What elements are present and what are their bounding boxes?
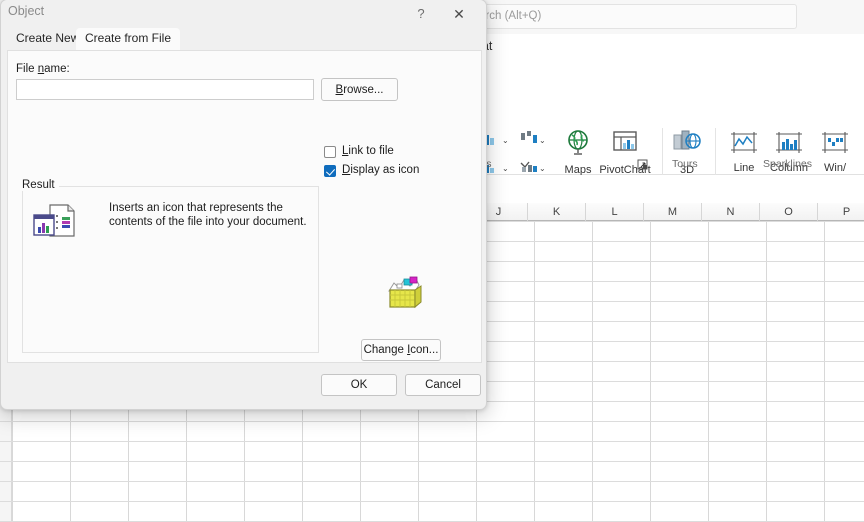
- dialog-title: Object: [8, 4, 45, 18]
- package-box-icon: [383, 273, 425, 313]
- screen-root: arch (Alt+Q) oat ⌄ ⌄: [0, 0, 864, 522]
- result-description: Inserts an icon that represents the cont…: [109, 202, 307, 228]
- chart-type-combo-chevron-icon[interactable]: ⌄: [539, 164, 546, 173]
- file-name-label-post: ame:: [44, 63, 70, 75]
- cancel-button[interactable]: Cancel: [405, 374, 481, 396]
- file-name-label: File name:: [16, 63, 70, 75]
- dialog-title-bar[interactable]: Object ? ✕: [1, 0, 486, 27]
- column-header-k[interactable]: K: [528, 203, 586, 221]
- change-icon-pre: Change: [363, 344, 408, 356]
- grid-row-line: [0, 461, 864, 462]
- grid-column-line: [824, 221, 825, 522]
- search-input[interactable]: arch (Alt+Q): [470, 4, 797, 29]
- grid-row-line: [0, 501, 864, 502]
- browse-button[interactable]: Browse...: [321, 78, 398, 101]
- browse-button-rest: rowse...: [343, 84, 384, 96]
- grid-column-line: [766, 221, 767, 522]
- file-name-label-pre: File: [16, 63, 38, 75]
- column-header-l[interactable]: L: [586, 203, 644, 221]
- charts-dialog-launcher-icon[interactable]: [637, 157, 648, 170]
- chart-type-waterfall-icon[interactable]: [519, 129, 539, 152]
- display-as-icon-label: Display as icon: [342, 164, 419, 176]
- grid-column-line: [592, 221, 593, 522]
- column-header-p[interactable]: P: [818, 203, 864, 221]
- dialog-panel: File name: Browse... Link to file Displa…: [7, 50, 482, 363]
- link-to-file-checkbox[interactable]: [324, 146, 336, 158]
- ribbon-group-label-tours: Tours: [672, 158, 698, 170]
- ribbon-button-sparkline-winloss-label-1: Win/: [824, 161, 846, 174]
- dialog-tab-strip: Create New Create from File: [1, 28, 486, 50]
- dialog-footer: OK Cancel: [1, 365, 486, 409]
- ok-button[interactable]: OK: [321, 374, 397, 396]
- display-as-icon-checkbox[interactable]: [324, 165, 336, 177]
- column-header-n[interactable]: N: [702, 203, 760, 221]
- change-icon-rest: con...: [410, 344, 439, 356]
- document-chart-icon: [32, 203, 78, 246]
- link-to-file-label: Link to file: [342, 145, 394, 157]
- grid-row-line: [0, 421, 864, 422]
- ribbon-group-label-sparklines: Sparklines: [763, 158, 813, 170]
- tab-create-from-file[interactable]: Create from File: [76, 28, 181, 50]
- grid-column-line: [708, 221, 709, 522]
- grid-row-line: [0, 481, 864, 482]
- close-icon[interactable]: ✕: [446, 3, 472, 25]
- chart-type-waterfall-chevron-icon[interactable]: ⌄: [539, 136, 546, 145]
- sparkline-winloss-icon: [808, 130, 862, 160]
- file-name-input[interactable]: [16, 79, 314, 100]
- column-header-o[interactable]: O: [760, 203, 818, 221]
- display-as-icon-rest: isplay as icon: [350, 164, 420, 176]
- chart-type-bar-chevron-icon[interactable]: ⌄: [502, 136, 509, 145]
- search-placeholder-text: arch (Alt+Q): [479, 10, 542, 22]
- result-legend: Result: [18, 179, 59, 191]
- column-header-m[interactable]: M: [644, 203, 702, 221]
- chart-type-area-chevron-icon[interactable]: ⌄: [502, 164, 509, 173]
- grid-row-line: [0, 441, 864, 442]
- grid-column-line: [650, 221, 651, 522]
- 3d-map-icon: [660, 128, 714, 162]
- object-dialog: Object ? ✕ Create New Create from File F…: [0, 0, 487, 410]
- grid-column-line: [534, 221, 535, 522]
- help-icon[interactable]: ?: [408, 3, 434, 25]
- change-icon-button[interactable]: Change Icon...: [361, 339, 441, 361]
- link-to-file-rest: ink to file: [348, 145, 394, 157]
